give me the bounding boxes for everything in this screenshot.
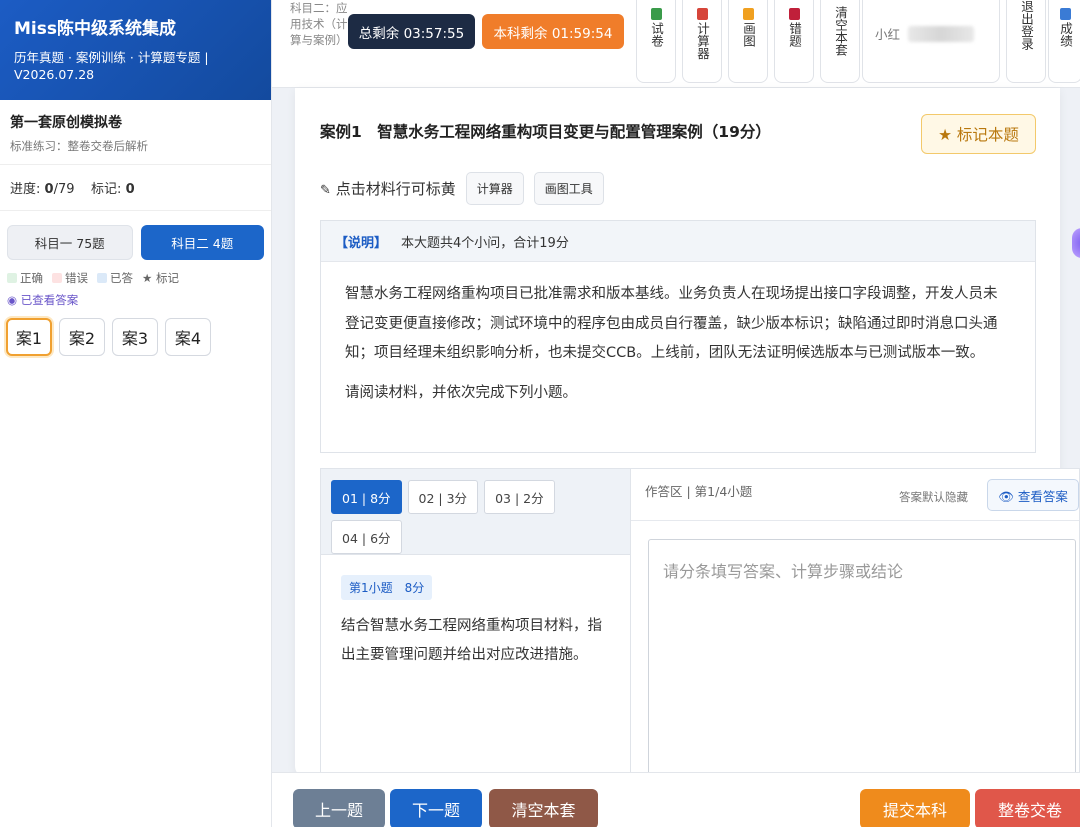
tool-score-label: 成绩 <box>1058 22 1073 47</box>
chart-icon <box>1059 8 1071 20</box>
submit-subject-button[interactable]: 提交本科 <box>860 789 970 827</box>
question-badge: 第1小题 8分 <box>341 575 433 600</box>
paper-info: 第一套原创模拟卷 标准练习：整卷交卷后解析 <box>0 100 271 165</box>
prev-question-button[interactable]: 上一题 <box>293 789 385 827</box>
case-button-1[interactable]: 案1 <box>6 318 52 356</box>
progress-done: 0 <box>44 182 54 197</box>
legend-answered-label: 已答 <box>110 271 133 285</box>
tool-calculator-label: 计算器 <box>695 22 710 60</box>
calculator-icon <box>696 8 708 20</box>
material-header: 【说明】 本大题共4个小问，合计19分 <box>321 221 1035 262</box>
answer-textarea[interactable]: 请分条填写答案、计算步骤或结论 <box>648 539 1076 775</box>
legend-answered-swatch <box>97 273 107 283</box>
logout-label: 退出登录 <box>1019 0 1034 50</box>
marked-label: 标记: <box>91 182 122 197</box>
material-body[interactable]: 智慧水务工程网络重构项目已批准需求和版本基线。业务负责人在现场提出接口字段调整，… <box>321 262 1035 408</box>
question-tab-1[interactable]: 01 | 8分 <box>331 480 402 514</box>
legend-answered: 已答 <box>97 270 133 286</box>
answer-header: 作答区 | 第1/4小题 答案默认隐藏 👁 查看答案 <box>631 469 1079 521</box>
info-text: 本大题共4个小问，合计19分 <box>401 235 569 251</box>
next-question-button[interactable]: 下一题 <box>390 789 482 827</box>
question-tab-3[interactable]: 03 | 2分 <box>484 480 555 514</box>
legend-marked: ★ 标记 <box>142 271 179 285</box>
highlight-hint-text: 点击材料行可标黄 <box>335 180 456 198</box>
viewed-answer-legend: ◉ 已查看答案 <box>7 293 79 307</box>
pencil-icon <box>742 8 754 20</box>
case-button-4[interactable]: 案4 <box>165 318 211 356</box>
tool-clear-button[interactable]: 清空本套 <box>820 0 860 83</box>
subject-one-button[interactable]: 科目一 75题 <box>7 225 133 260</box>
info-label: 【说明】 <box>335 235 388 251</box>
material-paragraph[interactable]: 智慧水务工程网络重构项目已批准需求和版本基线。业务负责人在现场提出接口字段调整，… <box>345 280 1011 369</box>
question-tab-2[interactable]: 02 | 3分 <box>407 480 479 514</box>
subject-two-button[interactable]: 科目二 4题 <box>140 225 264 260</box>
material-instruction[interactable]: 请阅读材料，并依次完成下列小题。 <box>345 379 1011 409</box>
user-avatar <box>908 26 975 42</box>
question-content: 第1小题 8分 结合智慧水务工程网络重构项目材料，指出主要管理问题并给出对应改进… <box>321 554 631 779</box>
tool-draw-label: 画图 <box>741 22 756 47</box>
bottom-bar: 上一题 下一题 清空本套 提交本科 整卷交卷 <box>272 772 1080 827</box>
subject-timer: 本科剩余 01:59:54 <box>482 14 624 49</box>
tool-wrong-label: 错题 <box>787 22 802 47</box>
case-card: 案例1 智慧水务工程网络重构项目变更与配置管理案例（19分） ★ 标记本题 ✎ … <box>295 88 1080 779</box>
brand-subtitle: 历年真题 · 案例训练 · 计算题专题 | V2026.07.28 <box>14 50 209 82</box>
brand-title: Miss陈中级系统集成 <box>14 19 176 39</box>
answer-hidden-label: 答案默认隐藏 <box>899 490 968 504</box>
legend-correct-swatch <box>7 273 17 283</box>
view-answer-button[interactable]: 👁 查看答案 <box>987 479 1079 511</box>
legend-wrong-label: 错误 <box>65 271 88 285</box>
progress-label: 进度: <box>10 182 41 197</box>
draw-tool-button[interactable]: 画图工具 <box>533 172 604 205</box>
tool-paper-button[interactable]: 试卷 <box>636 0 676 83</box>
tool-wrong-button[interactable]: 错题 <box>774 0 814 83</box>
paper-title: 第一套原创模拟卷 <box>10 115 122 131</box>
paper-icon <box>650 8 662 20</box>
question-text: 结合智慧水务工程网络重构项目材料，指出主要管理问题并给出对应改进措施。 <box>341 618 602 663</box>
legend-wrong-swatch <box>52 273 62 283</box>
legend-correct-label: 正确 <box>20 271 43 285</box>
sidebar: Miss陈中级系统集成 历年真题 · 案例训练 · 计算题专题 | V2026.… <box>0 0 272 827</box>
clear-set-button[interactable]: 清空本套 <box>489 789 598 827</box>
case-material: 【说明】 本大题共4个小问，合计19分 智慧水务工程网络重构项目已批准需求和版本… <box>320 220 1036 453</box>
calculator-button[interactable]: 计算器 <box>465 172 524 205</box>
pencil-icon: ✎ <box>320 183 331 198</box>
tool-draw-button[interactable]: 画图 <box>728 0 768 83</box>
submit-all-button[interactable]: 整卷交卷 <box>975 789 1080 827</box>
legend-correct: 正确 <box>7 270 43 286</box>
question-panel: 01 | 8分 02 | 3分 03 | 2分 04 | 6分 第1小题 8分 … <box>320 468 631 779</box>
user-name: 小红 <box>875 27 901 42</box>
assistant-float-icon[interactable] <box>1072 228 1080 258</box>
book-icon <box>788 8 800 20</box>
case-button-3[interactable]: 案3 <box>112 318 158 356</box>
topbar: 科目二：应用技术（计算与案例） 总剩余 03:57:55 本科剩余 01:59:… <box>272 0 1080 88</box>
tool-paper-label: 试卷 <box>649 22 664 47</box>
answer-area-label: 作答区 | 第1/4小题 <box>645 484 753 499</box>
marked-count: 0 <box>125 182 135 197</box>
question-tab-4[interactable]: 04 | 6分 <box>331 520 402 554</box>
mark-question-button[interactable]: ★ 标记本题 <box>921 114 1036 154</box>
question-tabs: 01 | 8分 02 | 3分 03 | 2分 04 | 6分 <box>321 469 630 565</box>
tool-clear-label: 清空本套 <box>833 6 848 56</box>
subject-switch: 科目一 75题 科目二 4题 <box>0 211 271 268</box>
highlight-hint: ✎ 点击材料行可标黄 <box>320 178 456 199</box>
progress-row: 进度: 0/79 标记: 0 <box>0 165 271 211</box>
brand-header: Miss陈中级系统集成 历年真题 · 案例训练 · 计算题专题 | V2026.… <box>0 0 271 100</box>
total-timer: 总剩余 03:57:55 <box>348 14 475 49</box>
logout-button[interactable]: 退出登录 <box>1006 0 1046 83</box>
case-button-2[interactable]: 案2 <box>59 318 105 356</box>
status-legend: 正确 错误 已答 ★ 标记 <box>0 268 271 288</box>
answer-panel: 作答区 | 第1/4小题 答案默认隐藏 👁 查看答案 请分条填写答案、计算步骤或… <box>630 468 1080 778</box>
paper-subtitle: 标准练习：整卷交卷后解析 <box>10 139 148 153</box>
legend-wrong: 错误 <box>52 270 88 286</box>
progress-total: /79 <box>53 182 75 197</box>
case-title: 案例1 智慧水务工程网络重构项目变更与配置管理案例（19分） <box>320 123 771 141</box>
user-info: 小红 <box>862 0 1000 83</box>
subject-label: 科目二：应用技术（计算与案例） <box>290 1 348 47</box>
tool-score-button[interactable]: 成绩 <box>1048 0 1080 83</box>
case-nav: 案1 案2 案3 案4 <box>0 312 271 362</box>
tool-row: ✎ 点击材料行可标黄 计算器 画图工具 <box>320 172 604 205</box>
tool-calculator-button[interactable]: 计算器 <box>682 0 722 83</box>
